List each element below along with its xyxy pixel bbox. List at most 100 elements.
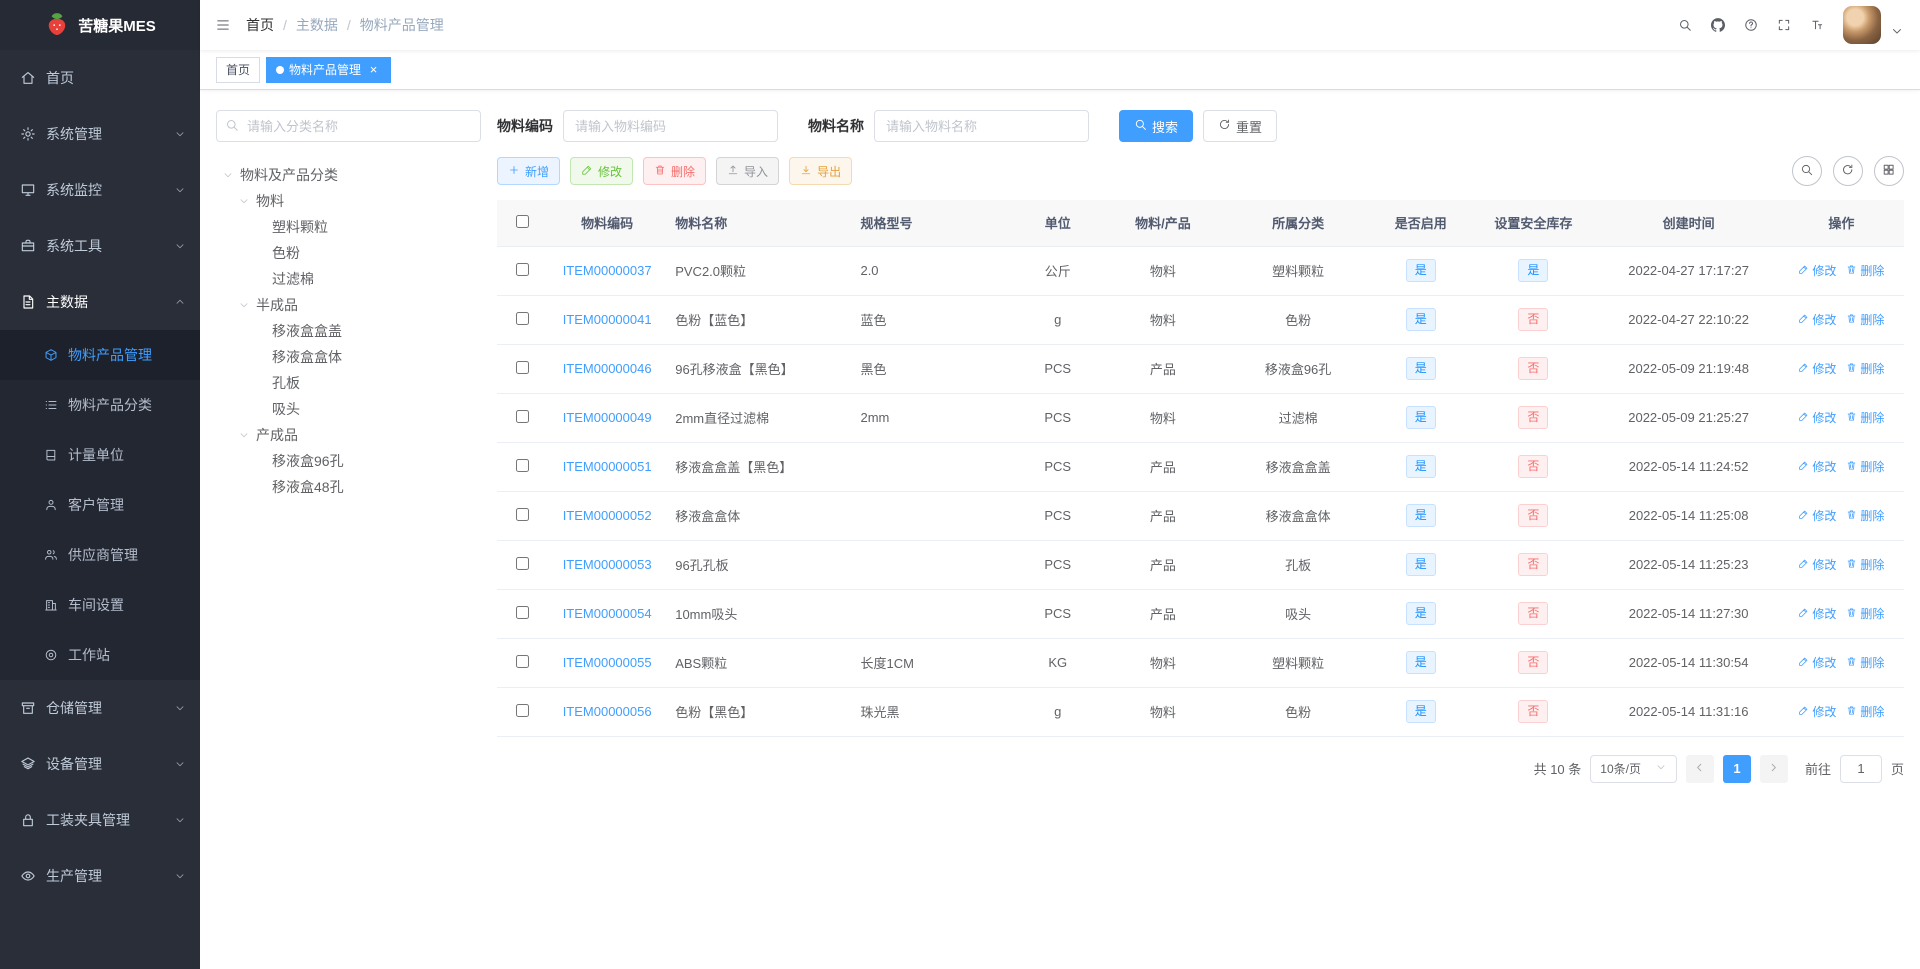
material-name-input[interactable] xyxy=(874,110,1089,142)
search-button[interactable]: 搜索 xyxy=(1119,110,1194,142)
sidebar-item-production-management[interactable]: 生产管理 xyxy=(0,848,200,904)
search-icon[interactable] xyxy=(1678,18,1692,32)
sidebar-item-home[interactable]: 首页 xyxy=(0,50,200,106)
category-search-input[interactable] xyxy=(216,110,481,142)
sidebar-item-measure-unit[interactable]: 计量单位 xyxy=(0,430,200,480)
material-code-link[interactable]: ITEM00000041 xyxy=(563,312,652,327)
row-edit-link[interactable]: 修改 xyxy=(1798,262,1836,279)
material-code-link[interactable]: ITEM00000037 xyxy=(563,263,652,278)
row-checkbox[interactable] xyxy=(515,654,529,668)
page-size-select[interactable]: 10条/页 xyxy=(1590,754,1677,783)
material-code-link[interactable]: ITEM00000051 xyxy=(563,459,652,474)
row-delete-link[interactable]: 删除 xyxy=(1846,360,1884,377)
fullscreen-icon[interactable] xyxy=(1777,18,1791,32)
row-delete-link[interactable]: 删除 xyxy=(1846,409,1884,426)
tree-node[interactable]: 移液盒96孔 xyxy=(216,448,481,474)
caret-right-icon[interactable] xyxy=(238,195,256,207)
caret-right-icon[interactable] xyxy=(238,299,256,311)
material-code-link[interactable]: ITEM00000052 xyxy=(563,508,652,523)
row-checkbox[interactable] xyxy=(515,409,529,423)
tree-node[interactable]: 塑料颗粒 xyxy=(216,214,481,240)
caret-right-icon[interactable] xyxy=(222,169,240,181)
app-logo[interactable]: 苦糖果MES xyxy=(0,0,200,50)
row-checkbox[interactable] xyxy=(515,458,529,472)
import-button[interactable]: 导入 xyxy=(716,157,780,185)
tree-node[interactable]: 产成品 xyxy=(216,422,481,448)
row-checkbox[interactable] xyxy=(515,311,529,325)
tree-node[interactable]: 物料 xyxy=(216,188,481,214)
avatar[interactable] xyxy=(1843,6,1881,44)
row-edit-link[interactable]: 修改 xyxy=(1798,507,1836,524)
refresh-button[interactable] xyxy=(1833,156,1863,186)
chevron-down-icon[interactable] xyxy=(1890,24,1904,38)
help-icon[interactable] xyxy=(1744,18,1758,32)
export-button[interactable]: 导出 xyxy=(789,157,853,185)
prev-page-button[interactable] xyxy=(1685,754,1714,783)
github-icon[interactable] xyxy=(1711,18,1725,32)
material-code-link[interactable]: ITEM00000049 xyxy=(563,410,652,425)
add-button[interactable]: 新增 xyxy=(497,157,561,185)
tree-node[interactable]: 孔板 xyxy=(216,370,481,396)
font-size-icon[interactable] xyxy=(1810,18,1824,32)
tree-node[interactable]: 移液盒48孔 xyxy=(216,474,481,500)
tab-home[interactable]: 首页 xyxy=(216,56,261,83)
edit-button[interactable]: 修改 xyxy=(570,157,634,185)
row-checkbox[interactable] xyxy=(515,262,529,276)
row-delete-link[interactable]: 删除 xyxy=(1846,556,1884,573)
row-edit-link[interactable]: 修改 xyxy=(1798,556,1836,573)
row-delete-link[interactable]: 删除 xyxy=(1846,654,1884,671)
tree-node[interactable]: 过滤棉 xyxy=(216,266,481,292)
row-checkbox[interactable] xyxy=(515,507,529,521)
select-all-checkbox[interactable] xyxy=(515,214,529,228)
row-edit-link[interactable]: 修改 xyxy=(1798,311,1836,328)
tree-node[interactable]: 吸头 xyxy=(216,396,481,422)
sidebar-item-master-data[interactable]: 主数据 xyxy=(0,274,200,330)
tree-node[interactable]: 移液盒盒盖 xyxy=(216,318,481,344)
material-code-link[interactable]: ITEM00000055 xyxy=(563,655,652,670)
sidebar-item-material-product-management[interactable]: 物料产品管理 xyxy=(0,330,200,380)
tree-node[interactable]: 移液盒盒体 xyxy=(216,344,481,370)
tree-node[interactable]: 色粉 xyxy=(216,240,481,266)
sidebar-item-equipment-management[interactable]: 设备管理 xyxy=(0,736,200,792)
row-checkbox[interactable] xyxy=(515,360,529,374)
page-1-button[interactable]: 1 xyxy=(1722,754,1751,783)
toggle-search-button[interactable] xyxy=(1792,156,1822,186)
column-settings-button[interactable] xyxy=(1874,156,1904,186)
sidebar-item-material-product-category[interactable]: 物料产品分类 xyxy=(0,380,200,430)
sidebar-item-workshop-settings[interactable]: 车间设置 xyxy=(0,580,200,630)
row-delete-link[interactable]: 删除 xyxy=(1846,605,1884,622)
sidebar-item-system-management[interactable]: 系统管理 xyxy=(0,106,200,162)
tree-node[interactable]: 物料及产品分类 xyxy=(216,162,481,188)
row-delete-link[interactable]: 删除 xyxy=(1846,507,1884,524)
material-code-link[interactable]: ITEM00000056 xyxy=(563,704,652,719)
material-code-link[interactable]: ITEM00000053 xyxy=(563,557,652,572)
sidebar-item-workstation[interactable]: 工作站 xyxy=(0,630,200,680)
breadcrumb-item-home[interactable]: 首页 xyxy=(246,15,274,35)
delete-button[interactable]: 删除 xyxy=(643,157,707,185)
material-code-link[interactable]: ITEM00000054 xyxy=(563,606,652,621)
sidebar-toggle-icon[interactable] xyxy=(216,18,230,32)
row-checkbox[interactable] xyxy=(515,605,529,619)
tree-node[interactable]: 半成品 xyxy=(216,292,481,318)
row-checkbox[interactable] xyxy=(515,556,529,570)
tab-material-product-management[interactable]: 物料产品管理 × xyxy=(266,56,392,83)
sidebar-item-fixture-management[interactable]: 工装夹具管理 xyxy=(0,792,200,848)
material-code-link[interactable]: ITEM00000046 xyxy=(563,361,652,376)
sidebar-item-customer-management[interactable]: 客户管理 xyxy=(0,480,200,530)
row-checkbox[interactable] xyxy=(515,703,529,717)
breadcrumb-item-master-data[interactable]: 主数据 xyxy=(296,15,338,35)
row-edit-link[interactable]: 修改 xyxy=(1798,605,1836,622)
row-edit-link[interactable]: 修改 xyxy=(1798,458,1836,475)
row-delete-link[interactable]: 删除 xyxy=(1846,262,1884,279)
row-delete-link[interactable]: 删除 xyxy=(1846,703,1884,720)
row-edit-link[interactable]: 修改 xyxy=(1798,409,1836,426)
reset-button[interactable]: 重置 xyxy=(1203,110,1278,142)
close-icon[interactable]: × xyxy=(366,62,381,77)
row-edit-link[interactable]: 修改 xyxy=(1798,360,1836,377)
row-edit-link[interactable]: 修改 xyxy=(1798,654,1836,671)
sidebar-item-system-monitor[interactable]: 系统监控 xyxy=(0,162,200,218)
sidebar-item-warehouse-management[interactable]: 仓储管理 xyxy=(0,680,200,736)
material-code-input[interactable] xyxy=(563,110,778,142)
goto-page-input[interactable] xyxy=(1839,754,1882,783)
row-edit-link[interactable]: 修改 xyxy=(1798,703,1836,720)
